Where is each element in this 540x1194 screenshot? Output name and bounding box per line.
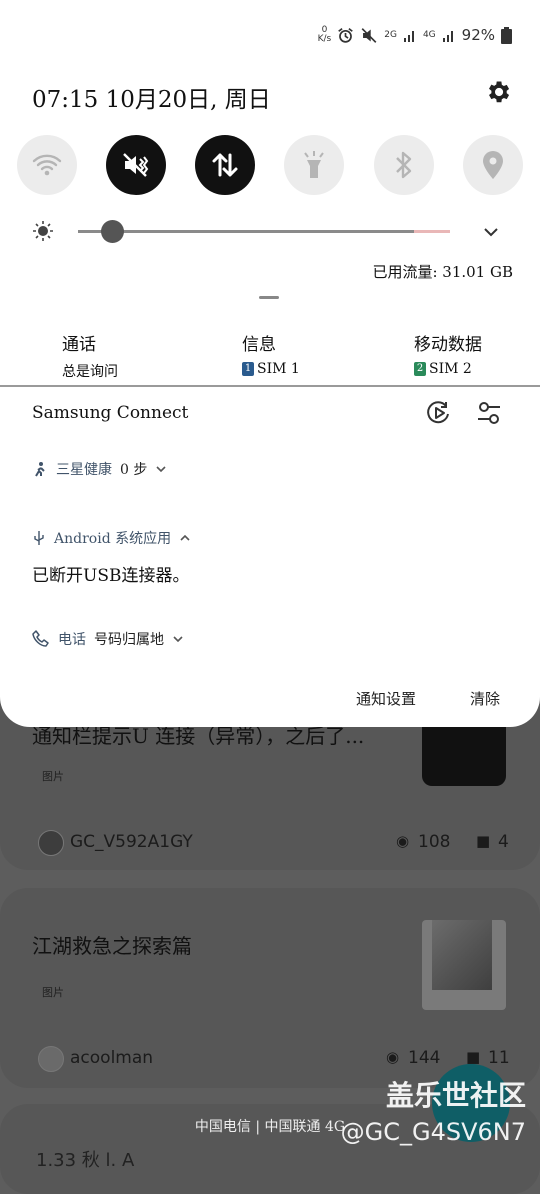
phone-icon [32, 630, 49, 647]
notification-app-name: 三星健康 [56, 462, 112, 478]
sim-setting-value: 总是询问 [62, 364, 118, 380]
sim-badge: 1 [242, 362, 254, 376]
sim-setting-title: 移动数据 [414, 335, 482, 355]
author-name[interactable]: GC_V592A1GY [70, 832, 193, 852]
watermark-title: 盖乐世社区 [385, 1079, 526, 1112]
post-title[interactable]: 江湖救急之探索篇 [32, 930, 192, 959]
notification-samsung-health[interactable]: 三星健康 0 步 [32, 459, 167, 479]
notification-phone[interactable]: 电话 号码归属地 [32, 629, 184, 649]
filter-settings-icon[interactable] [476, 400, 502, 426]
chevron-down-icon[interactable] [155, 463, 167, 475]
notification-app-name: 电话 [58, 632, 86, 648]
network-speed: 0 K/s [317, 25, 332, 44]
wifi-toggle[interactable] [17, 135, 77, 195]
reply-count: 11 [488, 1048, 510, 1068]
bluetooth-icon [396, 151, 412, 179]
notification-detail: 号码归属地 [94, 632, 164, 648]
signal-icon [442, 31, 453, 42]
bluetooth-toggle[interactable] [374, 135, 434, 195]
date-time[interactable]: 07:15 10月20日, 周日 [32, 80, 271, 114]
notification-android-system[interactable]: Android 系统应用 [32, 528, 191, 548]
avatar[interactable] [38, 830, 64, 856]
author-name[interactable]: acoolman [70, 1048, 153, 1068]
eye-icon: ◉ [386, 1048, 400, 1066]
post-tag: 图片 [42, 770, 64, 783]
alarm-icon [338, 27, 354, 43]
notification-app-name: Android 系统应用 [54, 531, 172, 547]
chevron-up-icon[interactable] [179, 532, 191, 544]
sim-setting-mobile-data[interactable]: 移动数据 2 SIM 2 [414, 330, 482, 377]
chevron-down-icon[interactable] [482, 223, 500, 241]
divider [0, 385, 540, 387]
signal-icon [403, 31, 414, 42]
runner-icon [35, 462, 45, 477]
gear-icon[interactable] [484, 78, 512, 106]
samsung-connect-title[interactable]: Samsung Connect [32, 403, 188, 423]
view-count: 108 [418, 832, 451, 852]
notification-message: 已断开USB连接器。 [32, 566, 190, 586]
mute-vibrate-icon [123, 153, 149, 177]
comment-icon: ■ [476, 832, 491, 850]
battery-percent: 92% [461, 26, 495, 44]
sim-setting-title: 信息 [242, 335, 276, 355]
data-usage-label: 已用流量: 31.01 GB [372, 263, 513, 281]
sound-mode-toggle[interactable] [106, 135, 166, 195]
watermark-handle: @GC_G4SV6N7 [340, 1118, 526, 1146]
sim-setting-value: 1 SIM 1 [242, 361, 300, 377]
chevron-down-icon[interactable] [172, 633, 184, 645]
sim-setting-value: 2 SIM 2 [414, 361, 482, 377]
clear-button[interactable]: 清除 [470, 688, 500, 709]
status-bar: 0 K/s 2G 4G 92% [318, 26, 512, 44]
eye-icon: ◉ [396, 832, 410, 850]
network-type-label: 2G [384, 29, 397, 40]
location-icon [483, 151, 503, 179]
post-meta: GC_V592A1GY ◉ 108 ■ 4 [0, 828, 540, 856]
flashlight-toggle[interactable] [284, 135, 344, 195]
avatar[interactable] [38, 1046, 64, 1072]
sim-setting-calls[interactable]: 通话 总是询问 [62, 330, 118, 381]
scene-play-icon[interactable] [426, 400, 452, 426]
mobile-data-toggle[interactable] [195, 135, 255, 195]
notification-detail: 0 步 [120, 462, 148, 478]
mobile-data-icon [212, 153, 238, 177]
notification-shade: 0 K/s 2G 4G 92% 07:15 10月20日, 周日 已用流量: 3… [0, 0, 540, 727]
battery-icon [501, 26, 512, 44]
reply-count: 4 [498, 832, 509, 852]
sim-setting-messages[interactable]: 信息 1 SIM 1 [242, 330, 300, 377]
wifi-icon [32, 154, 62, 176]
sim-setting-title: 通话 [62, 335, 96, 355]
location-toggle[interactable] [463, 135, 523, 195]
flashlight-icon [304, 151, 324, 178]
post-tag: 图片 [42, 986, 64, 999]
post-thumbnail[interactable] [422, 920, 506, 1010]
post-title-peek: 1.33 秋 l. A [36, 1150, 135, 1171]
mute-icon [361, 27, 377, 43]
brightness-range [78, 230, 414, 233]
notification-settings-button[interactable]: 通知设置 [356, 688, 416, 709]
usb-icon [34, 531, 44, 545]
brightness-slider-thumb[interactable] [101, 220, 124, 243]
post-card[interactable]: 江湖救急之探索篇 图片 acoolman ◉ 144 ■ 11 [0, 888, 540, 1088]
network-type-label: 4G [422, 29, 436, 40]
sim-badge: 2 [414, 362, 426, 376]
brightness-icon [33, 221, 53, 241]
view-count: 144 [408, 1048, 441, 1068]
drag-handle[interactable] [259, 296, 279, 299]
